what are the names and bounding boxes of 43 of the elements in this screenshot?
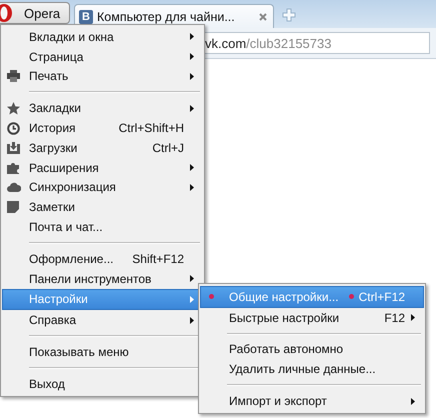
menu-item[interactable]: Загрузки Ctrl+J bbox=[3, 138, 202, 158]
site-icon: B bbox=[79, 10, 93, 24]
menu-item[interactable]: История Ctrl+Shift+H bbox=[3, 118, 202, 138]
printer-icon bbox=[7, 70, 20, 82]
plus-icon[interactable] bbox=[282, 8, 296, 22]
menu-item[interactable]: Справка bbox=[3, 310, 202, 330]
submenu-arrow-icon bbox=[190, 184, 194, 191]
submenu-arrow-icon bbox=[190, 72, 194, 80]
menu-item[interactable]: Печать bbox=[3, 66, 202, 86]
dot-icon bbox=[209, 294, 214, 300]
submenu-arrow-icon bbox=[190, 53, 194, 60]
submenu-arrow-icon bbox=[190, 164, 194, 172]
star-icon bbox=[7, 102, 20, 115]
submenu-arrow-icon bbox=[190, 275, 194, 282]
submenu-arrow-icon bbox=[190, 104, 194, 112]
cloud-icon bbox=[7, 182, 21, 192]
opera-menu-button[interactable]: Opera bbox=[0, 2, 70, 24]
submenu-arrow-icon bbox=[190, 33, 194, 40]
menu-item[interactable]: Почта и чат... bbox=[3, 217, 202, 237]
menu-item[interactable]: Закладки bbox=[3, 98, 202, 118]
logo-icon bbox=[0, 4, 14, 22]
menu-item[interactable]: Быстрые настройки F12 bbox=[201, 308, 423, 328]
submenu-arrow-icon bbox=[411, 398, 415, 405]
submenu-arrow-icon bbox=[411, 314, 415, 322]
tab-title: Компьютер для чайни... bbox=[97, 10, 236, 24]
clock-icon bbox=[7, 122, 20, 135]
note-icon bbox=[7, 201, 19, 214]
close-icon[interactable] bbox=[259, 12, 267, 20]
menu-item[interactable]: Работать автономно bbox=[201, 340, 423, 360]
submenu-arrow-icon bbox=[190, 296, 194, 303]
menu-item[interactable]: Импорт и экспорт bbox=[201, 391, 423, 411]
menu-item[interactable]: Выход bbox=[3, 374, 202, 394]
menu-item[interactable]: Удалить личные данные... bbox=[201, 359, 423, 380]
submenu-arrow-icon bbox=[190, 316, 194, 324]
menu-item[interactable]: Показывать меню bbox=[3, 342, 202, 362]
menu-item[interactable]: Панели инструментов bbox=[3, 268, 202, 289]
dot-icon bbox=[348, 294, 354, 300]
menu-item[interactable]: Синхронизация bbox=[3, 178, 202, 198]
menu-item[interactable]: Оформление... Shift+F12 bbox=[3, 248, 202, 269]
puzzle-icon bbox=[7, 161, 20, 174]
download-icon bbox=[7, 142, 20, 154]
menu-item[interactable]: Заметки bbox=[3, 197, 202, 218]
menu-item[interactable]: Расширения bbox=[3, 158, 202, 178]
